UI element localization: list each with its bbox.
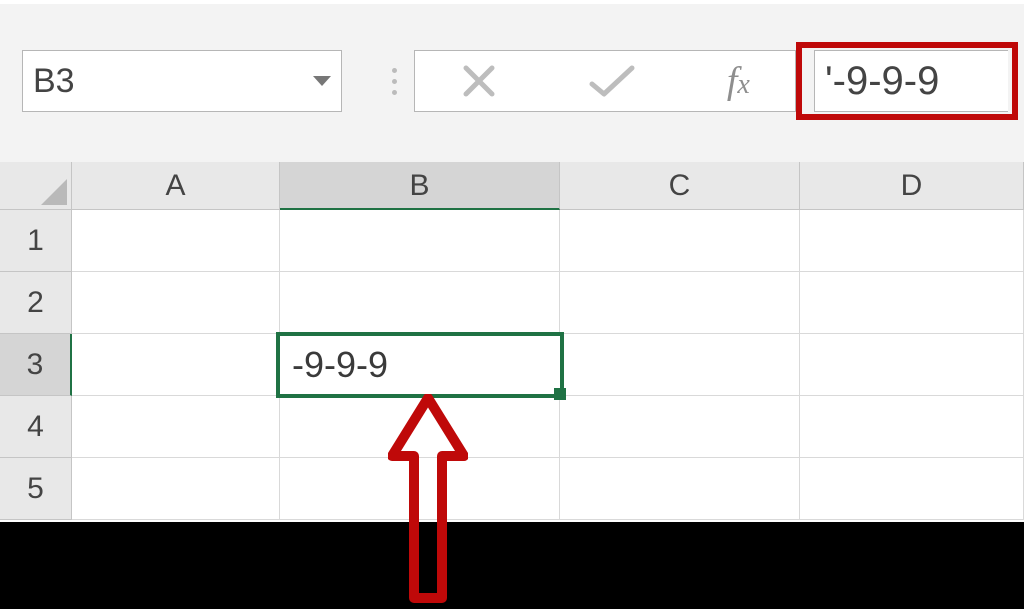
cell-A2[interactable] bbox=[72, 272, 280, 334]
cell-C1[interactable] bbox=[560, 210, 800, 272]
cell-B5[interactable] bbox=[280, 458, 560, 520]
table-row: 4 bbox=[0, 396, 1024, 458]
spreadsheet-app: B3 fx '-9-9-9 bbox=[0, 0, 1024, 518]
column-headers: A B C D bbox=[0, 162, 1024, 210]
column-header-A[interactable]: A bbox=[72, 162, 280, 210]
cell-A4[interactable] bbox=[72, 396, 280, 458]
check-icon[interactable] bbox=[588, 62, 636, 100]
cell-A3[interactable] bbox=[72, 334, 280, 396]
sheet-grid[interactable]: A B C D 1 2 3 bbox=[0, 162, 1024, 522]
cell-C4[interactable] bbox=[560, 396, 800, 458]
cell-A1[interactable] bbox=[72, 210, 280, 272]
formula-input-value: '-9-9-9 bbox=[825, 59, 939, 104]
cell-C5[interactable] bbox=[560, 458, 800, 520]
formula-bar: B3 fx '-9-9-9 bbox=[0, 40, 1024, 120]
column-header-B[interactable]: B bbox=[280, 162, 560, 210]
column-header-C[interactable]: C bbox=[560, 162, 800, 210]
cell-B1[interactable] bbox=[280, 210, 560, 272]
row-header-5[interactable]: 5 bbox=[0, 458, 72, 520]
cell-D3[interactable] bbox=[800, 334, 1024, 396]
formula-input[interactable]: '-9-9-9 bbox=[814, 50, 1008, 112]
cell-B4[interactable] bbox=[280, 396, 560, 458]
cell-D2[interactable] bbox=[800, 272, 1024, 334]
cell-B2[interactable] bbox=[280, 272, 560, 334]
cell-C2[interactable] bbox=[560, 272, 800, 334]
row-header-4[interactable]: 4 bbox=[0, 396, 72, 458]
name-box-value: B3 bbox=[33, 62, 75, 101]
cell-D4[interactable] bbox=[800, 396, 1024, 458]
row-header-3[interactable]: 3 bbox=[0, 334, 72, 396]
row-header-1[interactable]: 1 bbox=[0, 210, 72, 272]
formula-tools: fx bbox=[414, 50, 796, 112]
highlight-box: '-9-9-9 bbox=[796, 42, 1018, 120]
fill-handle[interactable] bbox=[554, 388, 566, 400]
row-header-2[interactable]: 2 bbox=[0, 272, 72, 334]
table-row: 2 bbox=[0, 272, 1024, 334]
cell-C3[interactable] bbox=[560, 334, 800, 396]
selected-cell[interactable]: -9-9-9 bbox=[276, 332, 564, 398]
table-row: 5 bbox=[0, 458, 1024, 520]
select-all-corner[interactable] bbox=[0, 162, 72, 210]
name-box[interactable]: B3 bbox=[22, 50, 342, 112]
cell-D1[interactable] bbox=[800, 210, 1024, 272]
column-header-D[interactable]: D bbox=[800, 162, 1024, 210]
close-icon[interactable] bbox=[460, 62, 498, 100]
table-row: 1 bbox=[0, 210, 1024, 272]
cell-A5[interactable] bbox=[72, 458, 280, 520]
selected-cell-value: -9-9-9 bbox=[292, 344, 388, 386]
separator-grip-icon bbox=[382, 50, 406, 112]
fx-icon[interactable]: fx bbox=[727, 59, 750, 103]
cell-D5[interactable] bbox=[800, 458, 1024, 520]
chevron-down-icon[interactable] bbox=[313, 76, 331, 86]
